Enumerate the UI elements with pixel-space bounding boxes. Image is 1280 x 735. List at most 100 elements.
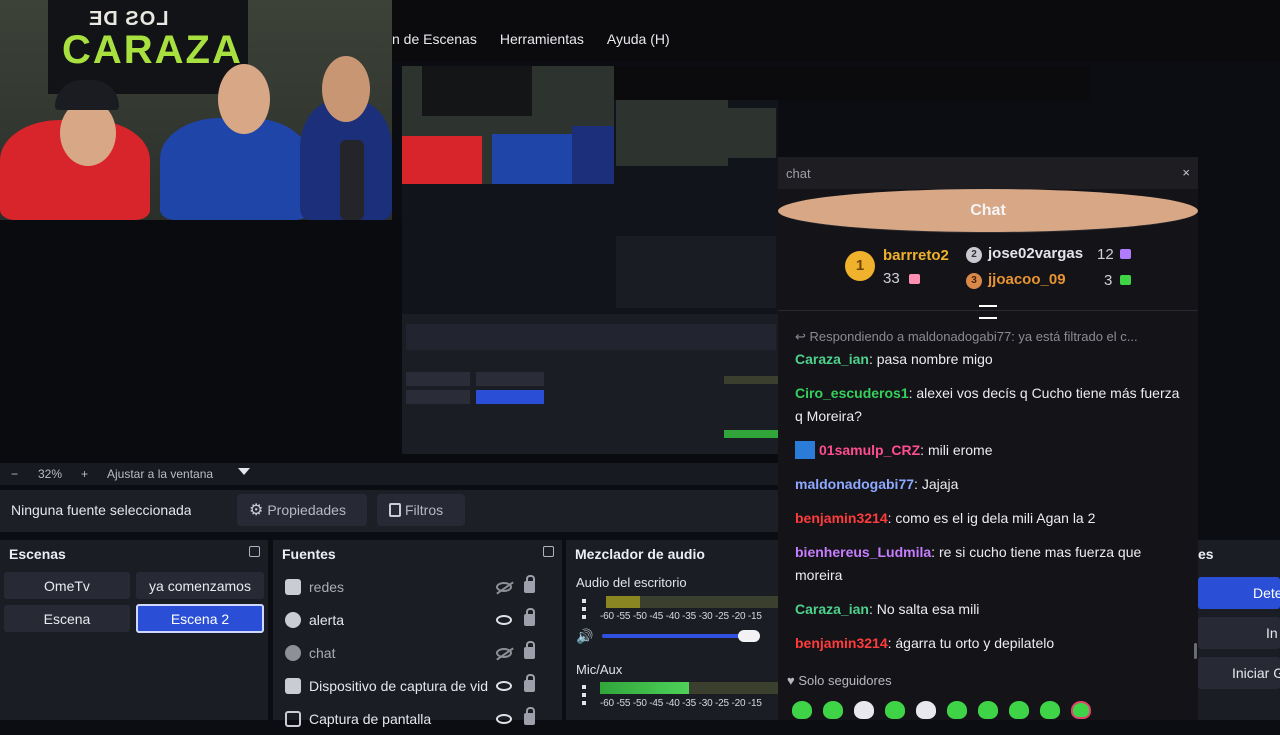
- emote-icon[interactable]: [916, 701, 936, 719]
- emote-icon[interactable]: [854, 701, 874, 719]
- eye-icon[interactable]: [496, 614, 512, 625]
- source-alerta[interactable]: alerta: [281, 603, 543, 636]
- collapse-icon[interactable]: [979, 305, 997, 319]
- source-label: Captura de pantalla: [309, 710, 432, 727]
- sources-dock: Fuentes redes alerta chat Dispositivo de…: [273, 540, 562, 727]
- lock-icon[interactable]: [524, 607, 535, 626]
- scenes-title: Escenas: [9, 546, 66, 562]
- source-chat[interactable]: chat: [281, 636, 543, 669]
- emote-icon[interactable]: [978, 701, 998, 719]
- record-button[interactable]: In: [1198, 617, 1280, 649]
- chat-scrollbar[interactable]: [1194, 643, 1197, 659]
- chat-message: Caraza_ian: No salta esa mili: [795, 601, 980, 617]
- reply-text: Respondiendo a maldonadogabi77: ya está …: [809, 329, 1138, 344]
- mic-level-meter: [600, 682, 778, 694]
- filters-button[interactable]: Filtros: [377, 494, 465, 526]
- gift-icon: [909, 274, 920, 284]
- eye-icon[interactable]: [496, 680, 512, 691]
- source-screen-capture[interactable]: Captura de pantalla: [281, 702, 543, 735]
- filters-label: Filtros: [405, 502, 444, 518]
- chat-message: 01samulp_CRZ: mili erome: [795, 439, 1187, 462]
- top1-name[interactable]: barrreto2: [883, 247, 949, 264]
- chat-username[interactable]: Caraza_ian: [795, 351, 869, 367]
- chat-text: mili erome: [927, 442, 993, 458]
- top2-name[interactable]: jose02vargas: [988, 245, 1083, 262]
- chat-username[interactable]: bienhereus_Ludmila: [795, 544, 931, 560]
- gold-medal-icon: 1: [845, 251, 875, 281]
- menu-help[interactable]: Ayuda (H): [607, 31, 670, 47]
- lock-icon[interactable]: [524, 706, 535, 725]
- chat-message: maldonadogabi77: Jajaja: [795, 476, 959, 492]
- chat-username[interactable]: 01samulp_CRZ: [819, 442, 920, 458]
- scenes-dock: Escenas OmeTv ya comenzamos Escena Escen…: [0, 540, 268, 720]
- chat-username[interactable]: benjamin3214: [795, 510, 888, 526]
- emote-icon[interactable]: [1040, 701, 1060, 719]
- chat-text: Jajaja: [921, 476, 959, 492]
- eye-off-icon[interactable]: [496, 581, 512, 592]
- monitor-icon: [285, 710, 301, 727]
- source-toolbar: Ninguna fuente seleccionada ⚙ Propiedade…: [0, 490, 778, 532]
- controls-dock: es Dete In Iniciar G: [1198, 540, 1280, 720]
- source-label: redes: [309, 578, 345, 595]
- source-label: alerta: [309, 611, 345, 628]
- undock-icon[interactable]: [543, 546, 554, 557]
- bronze-medal-icon: 3: [966, 273, 982, 289]
- menu-tools[interactable]: Herramientas: [500, 31, 584, 47]
- browser-icon: [285, 578, 301, 595]
- eye-icon[interactable]: [496, 713, 512, 724]
- slider-knob[interactable]: [738, 630, 760, 642]
- more-options-icon[interactable]: [582, 685, 586, 707]
- nested-docks: [616, 236, 776, 308]
- source-redes[interactable]: redes: [281, 570, 543, 603]
- lock-icon[interactable]: [524, 640, 535, 659]
- speaker-icon[interactable]: 🔊: [576, 628, 593, 645]
- meter-scale: -60 -55 -50 -45 -40 -35 -30 -25 -20 -15: [600, 611, 762, 622]
- sub-badge-icon: [795, 441, 815, 459]
- menu-scenes[interactable]: n de Escenas: [392, 31, 477, 47]
- sources-header: Fuentes: [273, 540, 562, 566]
- webcam-feed: LOS DE CARAZA: [0, 0, 392, 220]
- lock-icon[interactable]: [524, 574, 535, 593]
- emote-icon[interactable]: [947, 701, 967, 719]
- chat-username[interactable]: maldonadogabi77: [795, 476, 914, 492]
- chat-username[interactable]: Caraza_ian: [795, 601, 869, 617]
- scenes-header: Escenas: [0, 540, 268, 566]
- top3-name[interactable]: jjoacoo_09: [988, 271, 1066, 288]
- emote-icon[interactable]: [1009, 701, 1029, 719]
- zoom-out-button[interactable]: −: [11, 467, 18, 481]
- source-capture-device[interactable]: Dispositivo de captura de vid: [281, 669, 543, 702]
- fit-window-option[interactable]: Ajustar a la ventana: [107, 467, 213, 481]
- scene-ometv[interactable]: OmeTv: [4, 572, 130, 599]
- scene-escena-2[interactable]: Escena 2: [136, 604, 264, 633]
- scene-escena[interactable]: Escena: [4, 605, 130, 632]
- chevron-down-icon[interactable]: [238, 468, 250, 475]
- scene-ya-comenzamos[interactable]: ya comenzamos: [136, 572, 264, 599]
- controls-title: es: [1198, 546, 1214, 562]
- preview-recursive-capture: [402, 66, 1090, 454]
- eye-off-icon[interactable]: [496, 647, 512, 658]
- virtual-cam-button[interactable]: Iniciar G: [1198, 657, 1280, 689]
- zoom-in-button[interactable]: +: [81, 467, 88, 481]
- heart-icon: ♥: [787, 673, 799, 688]
- chat-message: benjamin3214: ágarra tu orto y depilatel…: [795, 635, 1055, 651]
- lock-icon[interactable]: [524, 673, 535, 692]
- chat-username[interactable]: Ciro_escuderos1: [795, 385, 909, 401]
- properties-button[interactable]: ⚙ Propiedades: [237, 494, 367, 526]
- desktop-volume-slider[interactable]: [602, 634, 750, 638]
- emote-icon[interactable]: [823, 701, 843, 719]
- close-icon[interactable]: ×: [1182, 165, 1190, 180]
- chat-username[interactable]: benjamin3214: [795, 635, 888, 651]
- person-blue-jacket: [160, 118, 310, 220]
- gift-icon: [1120, 275, 1131, 285]
- banner-line2: CARAZA: [62, 28, 243, 72]
- undock-icon[interactable]: [249, 546, 260, 557]
- followers-only-indicator: ♥ Solo seguidores: [787, 673, 892, 688]
- chat-text: No salta esa mili: [876, 601, 980, 617]
- emote-icon[interactable]: [792, 701, 812, 719]
- more-options-icon[interactable]: [582, 599, 586, 621]
- emote-icon[interactable]: [1071, 701, 1091, 719]
- emote-icon[interactable]: [885, 701, 905, 719]
- properties-label: Propiedades: [267, 502, 346, 518]
- controls-header: es: [1198, 540, 1280, 566]
- stop-stream-button[interactable]: Dete: [1198, 577, 1280, 609]
